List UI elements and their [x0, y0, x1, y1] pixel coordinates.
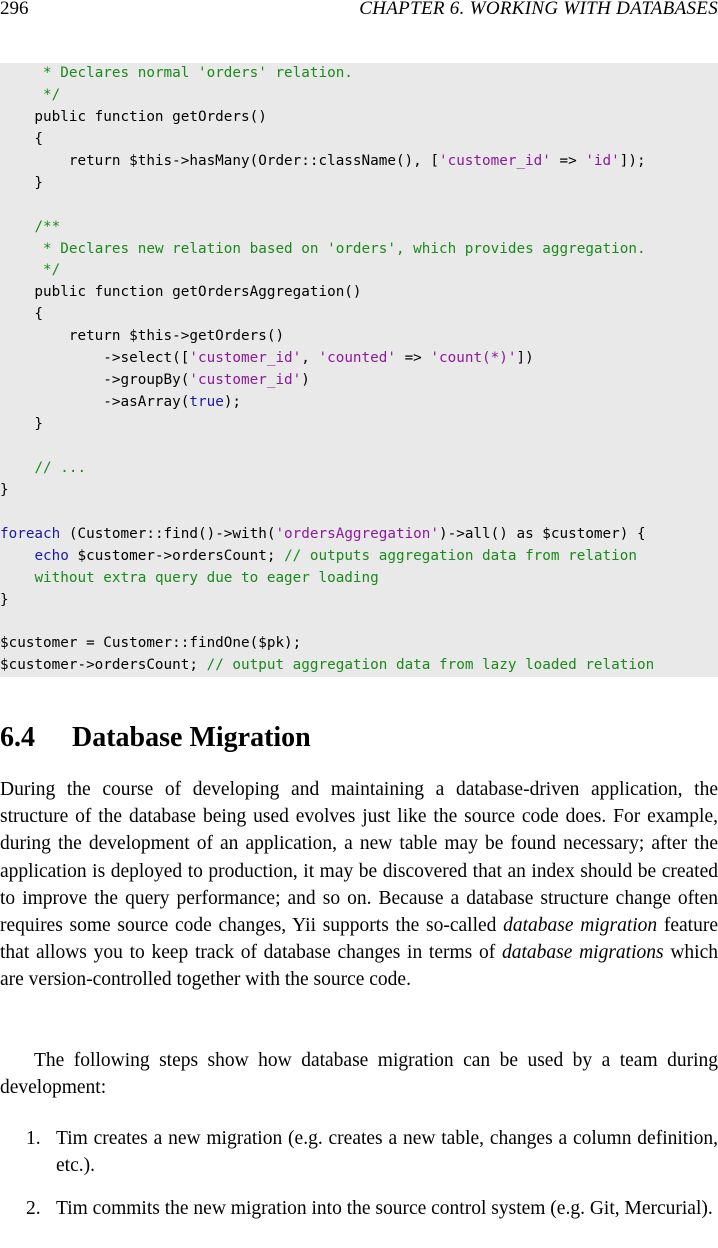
code-token-string: 'count(*)' [430, 350, 517, 367]
code-token-plain: ->groupBy( [0, 372, 190, 389]
code-token-plain: return $this->getOrders() [0, 328, 285, 345]
code-token-string: 'ordersAggregation' [275, 525, 439, 542]
section-heading: 6.4 Database Migration [0, 722, 311, 754]
code-line: ->asArray(true); [0, 392, 654, 414]
code-token-plain: } [0, 591, 9, 608]
code-line: /** [0, 217, 654, 239]
code-token-plain: ->select([ [0, 350, 190, 367]
list-marker: 2. [26, 1198, 41, 1219]
code-token-comment: * Declares new relation based on 'orders… [43, 240, 646, 257]
section-number: 6.4 [0, 722, 35, 753]
list-marker: 1. [26, 1128, 41, 1149]
paragraph-text: During the course of developing and main… [0, 779, 718, 937]
code-token-plain: return $this->hasMany(Order::className()… [0, 152, 439, 169]
code-token-plain: } [0, 416, 44, 432]
code-token-plain: { [0, 130, 44, 147]
code-token-plain: (Customer::find()->with( [60, 525, 276, 542]
code-token-comment: * Declares normal 'orders' relation. [43, 65, 353, 81]
page-header: 296 CHAPTER 6. WORKING WITH DATABASES [0, 0, 718, 20]
code-line: $customer = Customer::findOne($pk); [0, 633, 654, 655]
emphasized-term: database migration [503, 915, 658, 937]
paragraph-steps-intro: The following steps show how database mi… [0, 1050, 718, 1099]
code-token-plain: public function getOrders() [0, 108, 267, 125]
code-line: } [0, 173, 654, 195]
code-token-comment: // ... [34, 459, 87, 476]
page-number: 296 [0, 0, 29, 19]
code-token-string: 'id' [585, 152, 620, 169]
code-token-plain: )->all() as $customer) { [439, 525, 646, 542]
list-item-text: Tim creates a new migration (e.g. create… [56, 1128, 718, 1177]
code-token-plain: $customer->ordersCount; [0, 657, 207, 674]
code-line: */ [0, 260, 654, 282]
code-line: return $this->getOrders() [0, 326, 654, 348]
list-item: 2. Tim commits the new migration into th… [0, 1195, 718, 1222]
code-token-plain: ->asArray( [0, 394, 190, 411]
code-line: ->select(['customer_id', 'counted' => 'c… [0, 348, 654, 370]
code-token-string: 'customer_id' [189, 372, 302, 389]
code-token-plain: } [0, 174, 44, 191]
code-token-plain: ]) [516, 350, 534, 367]
code-token-keyword: foreach [0, 525, 61, 542]
list-item: 1. Tim creates a new migration (e.g. cre… [0, 1125, 718, 1179]
emphasized-term: database migrations [501, 942, 664, 964]
code-token-comment: */ [43, 86, 61, 103]
code-line: } [0, 480, 654, 502]
list-item-text: Tim commits the new migration into the s… [56, 1198, 713, 1219]
code-token-keyword: echo [34, 547, 69, 564]
code-token-comment: // outputs aggregation data from relatio… [284, 547, 637, 564]
code-token-plain: $customer = Customer::findOne($pk); [0, 635, 302, 652]
code-line: without extra query due to eager loading [0, 568, 654, 590]
code-token-plain: ) [301, 372, 310, 389]
code-token-string: 'customer_id' [189, 350, 302, 367]
code-token-plain: ]); [619, 152, 646, 169]
code-token-plain: => [550, 152, 586, 169]
code-token-plain: , [301, 350, 319, 367]
code-line: public function getOrders() [0, 107, 654, 129]
section-title: Database Migration [72, 722, 311, 753]
running-head: CHAPTER 6. WORKING WITH DATABASES [359, 0, 718, 19]
code-token-plain: $customer->ordersCount; [68, 547, 285, 564]
code-token-comment: without extra query due to eager loading [34, 569, 379, 586]
code-line: } [0, 590, 654, 612]
code-line: return $this->hasMany(Order::className()… [0, 151, 654, 173]
code-line: echo $customer->ordersCount; // outputs … [0, 546, 654, 568]
code-token-comment: // output aggregation data from lazy loa… [206, 657, 655, 674]
code-token-plain: } [0, 481, 9, 498]
code-token-plain: => [395, 350, 431, 367]
code-token-plain: public function getOrdersAggregation() [0, 284, 362, 301]
code-line: public function getOrdersAggregation() [0, 282, 654, 304]
paragraph-intro: During the course of developing and main… [0, 776, 718, 994]
code-line: ->groupBy('customer_id') [0, 370, 654, 392]
code-line: foreach (Customer::find()->with('ordersA… [0, 524, 654, 546]
code-line: * Declares new relation based on 'orders… [0, 239, 654, 261]
code-line: */ [0, 85, 654, 107]
code-line: { [0, 129, 654, 151]
code-line: } [0, 414, 654, 436]
code-token-plain: { [0, 306, 44, 323]
code-listing: * Declares normal 'orders' relation. */ … [0, 63, 718, 677]
code-token-comment: */ [43, 262, 61, 279]
code-token-string: 'counted' [318, 350, 396, 367]
code-line: * Declares normal 'orders' relation. [0, 63, 654, 85]
code-token-plain: ); [223, 394, 242, 411]
code-line: // ... [0, 458, 654, 480]
code-text: * Declares normal 'orders' relation. */ … [0, 63, 654, 677]
code-token-string: 'customer_id' [438, 152, 551, 169]
code-line: { [0, 304, 654, 326]
code-token-comment: /** [34, 218, 61, 235]
code-line: $customer->ordersCount; // output aggreg… [0, 655, 654, 677]
code-token-keyword: true [189, 394, 224, 411]
